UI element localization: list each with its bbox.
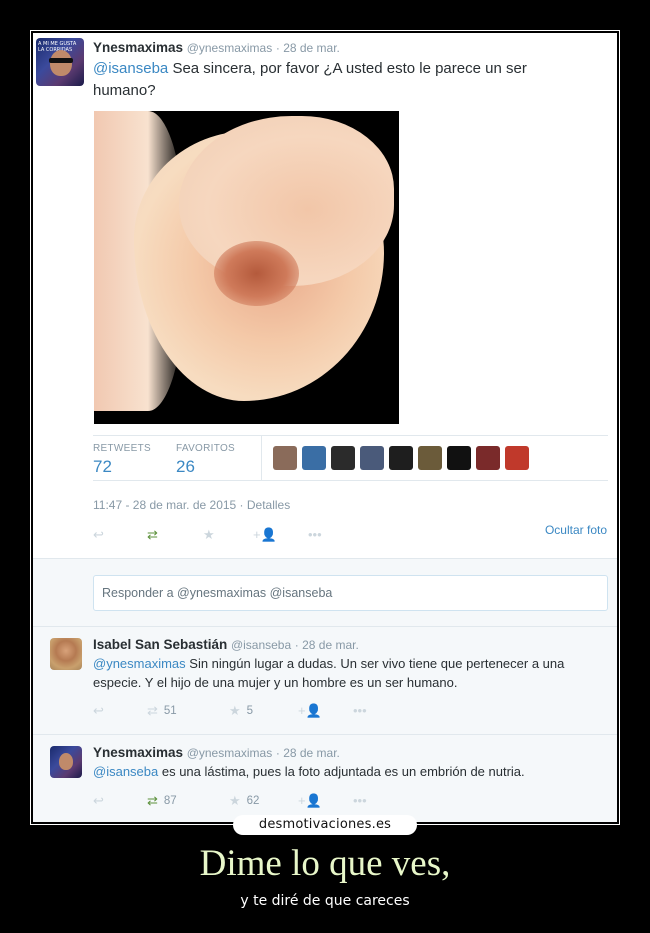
favorite-stat[interactable]: FAVORITOS 26	[176, 443, 235, 477]
retweet-icon: ⇄	[147, 703, 158, 718]
main-tweet: A MI ME GUSTA LA CORRIDAS Ynesmaximas @y…	[33, 33, 617, 559]
favoriter-avatar[interactable]	[389, 446, 413, 470]
favorite-icon: ★	[229, 793, 241, 808]
favorite-action[interactable]: ★ 62	[229, 793, 259, 809]
favorite-icon: ★	[229, 703, 241, 718]
author-name[interactable]: Ynesmaximas	[93, 40, 183, 55]
favoriter-avatar[interactable]	[302, 446, 326, 470]
avatar-glasses	[49, 58, 73, 63]
more-icon[interactable]: •••	[353, 703, 367, 718]
author-handle[interactable]: @isanseba	[231, 638, 291, 652]
retweet-count: 87	[163, 795, 177, 807]
follow-icon[interactable]: +👤	[253, 527, 277, 543]
tweet-stats: RETWEETS 72 FAVORITOS 26	[93, 435, 608, 481]
favorite-icon[interactable]: ★	[203, 527, 215, 543]
favorite-count: 62	[246, 795, 260, 807]
tweet-text: @isanseba es una lástima, pues la foto a…	[93, 762, 603, 781]
retweet-action[interactable]: ⇄ 87	[147, 793, 177, 809]
tweet-body: es una lástima, pues la foto adjuntada e…	[158, 764, 525, 779]
retweets-label: RETWEETS	[93, 443, 151, 454]
tweet-text: @ynesmaximas Sin ningún lugar a dudas. U…	[93, 654, 603, 692]
favoriter-avatar[interactable]	[331, 446, 355, 470]
favoriter-avatar[interactable]	[360, 446, 384, 470]
avatar[interactable]	[50, 746, 82, 778]
reply-icon[interactable]: ↩	[93, 703, 104, 719]
favoriter-avatars	[273, 446, 529, 470]
tweet-header: Ynesmaximas @ynesmaximas · 28 de mar.	[93, 40, 340, 55]
photo-embryo-heart	[214, 241, 299, 306]
author-name[interactable]: Ynesmaximas	[93, 745, 183, 760]
reply-zone: Responder a @ynesmaximas @isanseba	[33, 559, 617, 627]
author-handle[interactable]: @ynesmaximas	[187, 41, 273, 55]
mention-link[interactable]: @isanseba	[93, 60, 168, 77]
tweet-header: Ynesmaximas @ynesmaximas · 28 de mar.	[93, 745, 340, 760]
retweet-action[interactable]: ⇄ 51	[147, 703, 177, 719]
favoriter-avatar[interactable]	[273, 446, 297, 470]
tweet-date[interactable]: · 28 de mar.	[276, 746, 340, 760]
avatar[interactable]	[50, 638, 82, 670]
favoriter-avatar[interactable]	[476, 446, 500, 470]
stats-divider	[261, 436, 262, 480]
tweet-card: A MI ME GUSTA LA CORRIDAS Ynesmaximas @y…	[33, 33, 617, 822]
tweet-photo[interactable]	[94, 111, 399, 424]
retweet-icon: ⇄	[147, 793, 158, 808]
favorites-count: 26	[176, 457, 195, 476]
more-icon[interactable]: •••	[353, 793, 367, 808]
favorites-label: FAVORITOS	[176, 443, 236, 454]
reply-input[interactable]: Responder a @ynesmaximas @isanseba	[93, 575, 608, 611]
follow-icon[interactable]: +👤	[298, 703, 322, 719]
favorite-action[interactable]: ★ 5	[229, 703, 253, 719]
avatar-face	[59, 753, 73, 770]
avatar[interactable]: A MI ME GUSTA LA CORRIDAS	[36, 38, 84, 86]
tweet-date[interactable]: · 28 de mar.	[276, 41, 340, 55]
hide-photo-link[interactable]: Ocultar foto	[545, 523, 607, 537]
site-watermark: desmotivaciones.es	[233, 815, 417, 835]
tweet-actions: ↩ ⇄ 87 ★ 62 +👤 •••	[93, 793, 608, 813]
retweet-stat[interactable]: RETWEETS 72	[93, 443, 151, 477]
follow-icon[interactable]: +👤	[298, 793, 322, 809]
caption-subtitle: y te diré de que careces	[240, 893, 410, 909]
reply-icon[interactable]: ↩	[93, 527, 104, 543]
mention-link[interactable]: @ynesmaximas	[93, 656, 186, 671]
mention-link[interactable]: @isanseba	[93, 764, 158, 779]
author-handle[interactable]: @ynesmaximas	[187, 746, 273, 760]
favorite-count: 5	[246, 705, 254, 717]
more-icon[interactable]: •••	[308, 527, 322, 542]
retweet-icon[interactable]: ⇄	[147, 527, 158, 543]
tweet-screenshot-frame: A MI ME GUSTA LA CORRIDAS Ynesmaximas @y…	[30, 30, 620, 825]
favoriter-avatar[interactable]	[505, 446, 529, 470]
avatar-face	[50, 50, 72, 76]
author-name[interactable]: Isabel San Sebastián	[93, 637, 227, 652]
favoriter-avatar[interactable]	[447, 446, 471, 470]
retweets-count: 72	[93, 457, 112, 476]
tweet-date[interactable]: · 28 de mar.	[295, 638, 359, 652]
retweet-count: 51	[163, 705, 177, 717]
reply-tweet-isabel: Isabel San Sebastián @isanseba · 28 de m…	[33, 627, 617, 735]
favoriter-avatar[interactable]	[418, 446, 442, 470]
tweet-text: @isanseba Sea sincera, por favor ¿A uste…	[93, 58, 593, 102]
caption-title: Dime lo que ves,	[199, 843, 451, 884]
tweet-header: Isabel San Sebastián @isanseba · 28 de m…	[93, 637, 359, 652]
tweet-actions: ↩ ⇄ ★ +👤 •••	[93, 527, 608, 547]
reply-icon[interactable]: ↩	[93, 793, 104, 809]
reply-tweet-ynesmaximas: Ynesmaximas @ynesmaximas · 28 de mar. @i…	[33, 735, 617, 822]
tweet-timestamp[interactable]: 11:47 - 28 de mar. de 2015 · Detalles	[93, 498, 290, 512]
tweet-actions: ↩ ⇄ 51 ★ 5 +👤 •••	[93, 703, 608, 723]
